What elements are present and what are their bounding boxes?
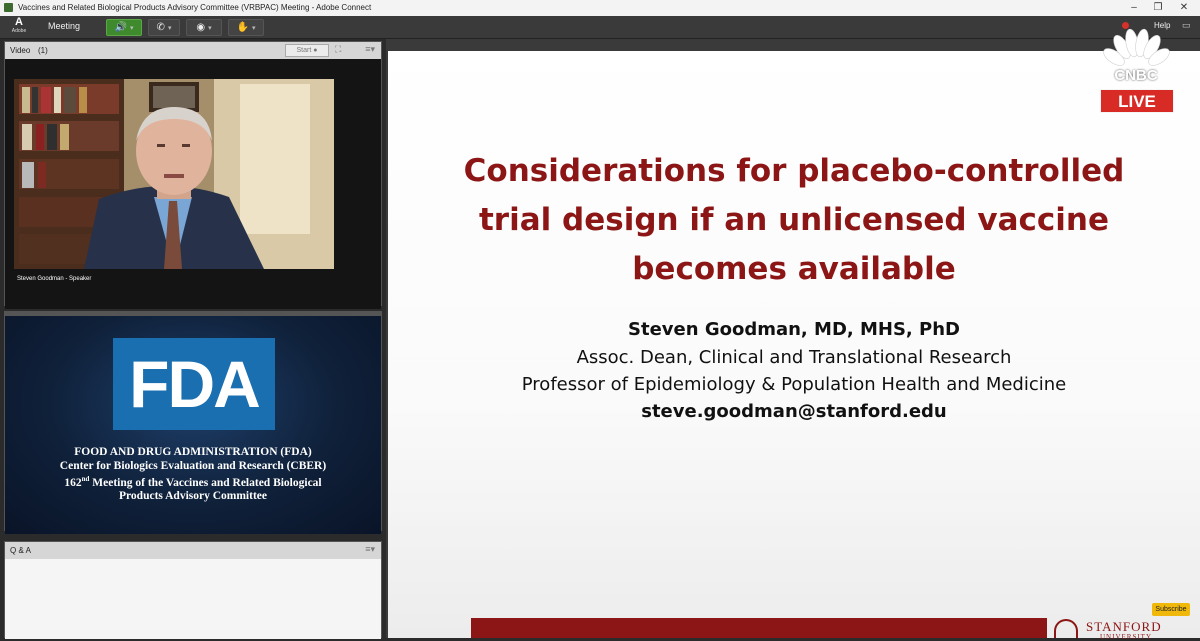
raise-hand-button[interactable]: ✋ ▾ xyxy=(228,19,264,36)
fda-branding-pod: FDA FOOD AND DRUG ADMINISTRATION (FDA) C… xyxy=(4,311,382,534)
speaker-video-image xyxy=(14,79,334,269)
start-webcam-button[interactable]: Start ● xyxy=(285,44,329,57)
window-titlebar: Vaccines and Related Biological Products… xyxy=(0,0,1200,17)
subscribe-button[interactable]: Subscribe xyxy=(1152,603,1190,616)
adobe-logo-letter: A xyxy=(15,16,23,28)
raise-hand-icon: ✋ xyxy=(236,22,249,33)
stanford-logo-subword: UNIVERSITY xyxy=(1100,633,1152,641)
peacock-icon xyxy=(1103,28,1170,66)
slide-title-line-1: Considerations for placebo-controlled xyxy=(463,153,1125,189)
fullscreen-icon[interactable]: ⛶ xyxy=(335,44,341,55)
slide-title: Considerations for placebo-controlled tr… xyxy=(388,147,1200,294)
left-pod-column: Video (1) Start ● ⛶ ≡▾ Steven Goodman - … xyxy=(0,39,386,639)
live-badge: LIVE xyxy=(1100,89,1174,113)
presenter-role-1: Assoc. Dean, Clinical and Translational … xyxy=(576,347,1012,368)
minimize-icon[interactable]: – xyxy=(1124,1,1144,14)
chevron-down-icon: ▾ xyxy=(167,25,172,32)
adobe-logo-text: Adobe xyxy=(11,28,27,34)
chevron-down-icon: ▾ xyxy=(251,25,256,32)
pod-menu-icon[interactable]: ≡▾ xyxy=(365,544,375,555)
video-pod: Video (1) Start ● ⛶ ≡▾ Steven Goodman - … xyxy=(4,41,382,309)
presentation-slide: Considerations for placebo-controlled tr… xyxy=(388,51,1200,641)
phone-button[interactable]: ✆ ▾ xyxy=(148,19,180,36)
qa-pod-title: Q & A xyxy=(10,546,31,555)
slide-footer-bar xyxy=(471,618,1047,638)
fda-line-meeting-rest: Meeting of the Vaccines and Related Biol… xyxy=(89,476,322,489)
presenter-name: Steven Goodman, MD, MHS, PhD xyxy=(628,319,960,340)
share-pod: Considerations for placebo-controlled tr… xyxy=(386,39,1200,641)
presenter-role-2: Professor of Epidemiology & Population H… xyxy=(521,374,1067,395)
video-pod-title: Video xyxy=(10,46,31,55)
slide-title-line-3: becomes available xyxy=(632,251,956,287)
meeting-toolbar: A Adobe Meeting 🔊 ▾ ✆ ▾ ◉ ▾ ✋ ▾ Help ▭ xyxy=(0,16,1200,39)
video-pod-count: (1) xyxy=(38,46,48,55)
cnbc-logo-text: CNBC xyxy=(1114,67,1158,84)
speaker-button[interactable]: 🔊 ▾ xyxy=(106,19,142,36)
maximize-icon[interactable]: ❐ xyxy=(1148,1,1168,14)
adobe-connect-app-icon xyxy=(4,3,13,12)
qa-pod: Q & A ≡▾ xyxy=(4,541,382,639)
pod-menu-icon[interactable]: ≡▾ xyxy=(365,44,375,55)
fda-banner: FDA FOOD AND DRUG ADMINISTRATION (FDA) C… xyxy=(5,316,381,534)
speaker-icon: 🔊 xyxy=(114,22,127,33)
window-title: Vaccines and Related Biological Products… xyxy=(18,3,372,12)
stanford-seal-icon xyxy=(1054,619,1078,638)
layout-toggle-icon[interactable]: ▭ xyxy=(1182,20,1191,31)
video-stream-area: Steven Goodman - Speaker xyxy=(5,59,381,309)
presenter-email: steve.goodman@stanford.edu xyxy=(641,401,947,422)
fda-line-agency: FOOD AND DRUG ADMINISTRATION (FDA) xyxy=(74,446,312,458)
webcam-icon: ◉ xyxy=(196,22,206,33)
speaker-video xyxy=(14,79,334,269)
speaker-name-label: Steven Goodman - Speaker xyxy=(17,276,92,282)
adobe-logo: A Adobe xyxy=(8,17,30,37)
video-pod-header: Video (1) Start ● ⛶ ≡▾ xyxy=(5,42,381,60)
close-icon[interactable]: ✕ xyxy=(1174,1,1194,14)
phone-icon: ✆ xyxy=(156,22,165,33)
start-webcam-label: Start xyxy=(296,47,312,54)
meeting-number: 162 xyxy=(64,476,82,489)
webcam-button[interactable]: ◉ ▾ xyxy=(186,19,222,36)
fda-logo: FDA xyxy=(113,338,275,430)
chevron-down-icon: ▾ xyxy=(129,25,134,32)
qa-content-area[interactable] xyxy=(5,559,381,639)
chevron-down-icon: ▾ xyxy=(208,25,212,32)
slide-title-line-2: trial design if an unlicensed vaccine xyxy=(478,202,1110,238)
cnbc-live-bug: CNBC LIVE xyxy=(1096,27,1176,115)
qa-pod-header: Q & A ≡▾ xyxy=(5,542,381,560)
fda-line-center: Center for Biologics Evaluation and Rese… xyxy=(59,459,327,472)
meeting-menu[interactable]: Meeting xyxy=(48,21,80,31)
fda-line-committee: Products Advisory Committee xyxy=(119,490,267,503)
fda-meeting-description: FOOD AND DRUG ADMINISTRATION (FDA) Cente… xyxy=(5,446,381,504)
fda-line-meeting: 162nd Meeting of the Vaccines and Relate… xyxy=(5,473,381,490)
